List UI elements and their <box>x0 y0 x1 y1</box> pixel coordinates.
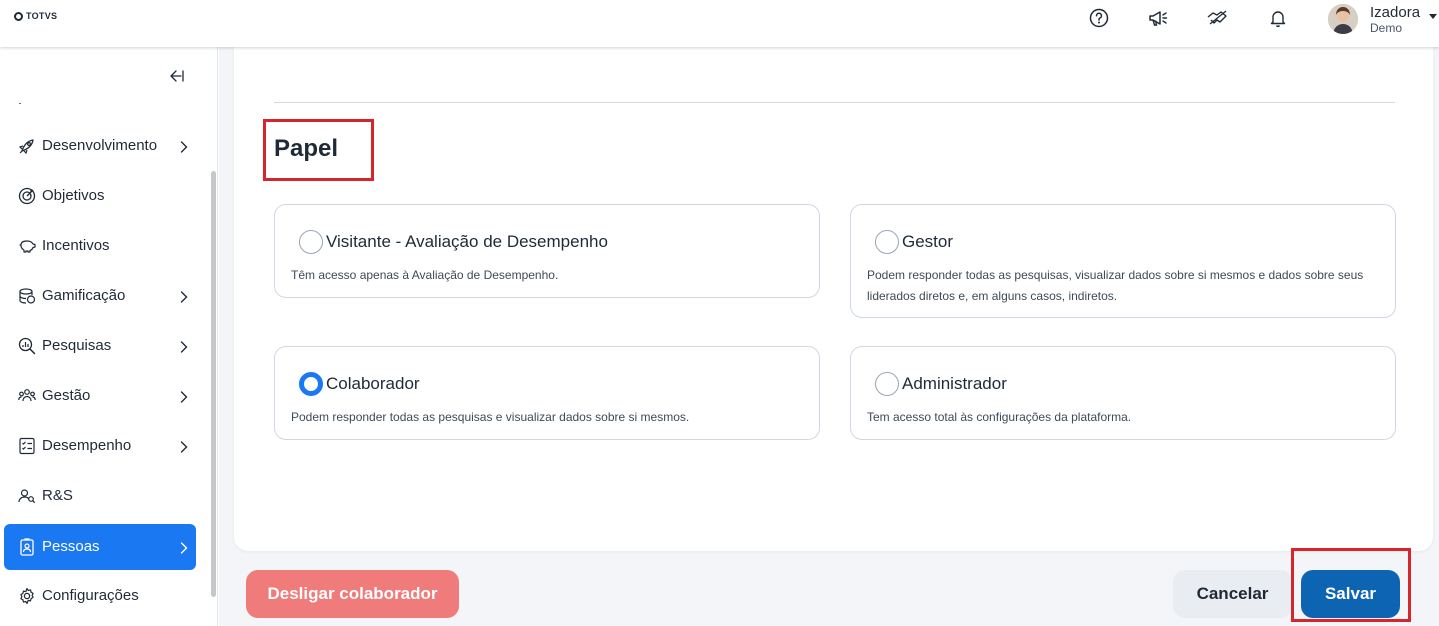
role-description: Podem responder todas as pesquisas e vis… <box>291 410 690 424</box>
sidebar-item-label: Objetivos <box>42 187 105 204</box>
coins-icon <box>18 287 36 305</box>
sidebar: Desenvolvimento Objetivos Incentivos Gam… <box>0 47 218 626</box>
role-description: Têm acesso apenas à Avaliação de Desempe… <box>291 268 559 282</box>
piggy-bank-icon <box>18 237 36 255</box>
sidebar-item-label: Pessoas <box>42 538 100 555</box>
chevron-right-icon <box>180 389 188 403</box>
role-card-container: Papel Visitante - Avaliação de Desempenh… <box>234 47 1433 551</box>
bell-icon[interactable] <box>1266 6 1290 30</box>
radio-button-selected[interactable] <box>299 372 323 396</box>
sidebar-item-incentivos[interactable]: Incentivos <box>4 223 196 269</box>
sidebar-item-label: Pesquisas <box>42 337 112 354</box>
cancel-button[interactable]: Cancelar <box>1173 570 1292 618</box>
chevron-right-icon <box>180 439 188 453</box>
rocket-icon <box>18 137 36 155</box>
people-search-icon <box>18 487 36 505</box>
sidebar-item-configuracoes[interactable]: Configurações <box>4 573 196 619</box>
role-option-visitante[interactable]: Visitante - Avaliação de Desempenho Têm … <box>274 204 820 298</box>
role-name: Colaborador <box>326 374 420 393</box>
gear-icon <box>18 587 36 605</box>
checklist-icon <box>18 437 36 455</box>
sidebar-item-label: Gamificação <box>42 287 126 304</box>
logo-text: TOTVS <box>26 11 58 21</box>
collapse-left-icon[interactable] <box>168 67 186 85</box>
user-name[interactable]: Izadora <box>1370 4 1420 21</box>
radio-button[interactable] <box>875 230 899 254</box>
badge-icon <box>18 538 36 556</box>
sidebar-item-gamificacao[interactable]: Gamificação <box>4 273 196 319</box>
sidebar-item-pessoas[interactable]: Pessoas <box>4 524 196 570</box>
sidebar-scrollbar-thumb[interactable] <box>211 171 216 597</box>
section-divider <box>274 102 1395 103</box>
chevron-right-icon <box>180 540 188 554</box>
role-name: Gestor <box>902 232 954 251</box>
sidebar-item-label: Desenvolvimento <box>42 137 158 154</box>
handshake-icon[interactable] <box>1206 6 1230 30</box>
sidebar-item-objetivos[interactable]: Objetivos <box>4 173 196 219</box>
role-name: Visitante - Avaliação de Desempenho <box>326 232 608 251</box>
role-option-administrador[interactable]: Administrador Tem acesso total às config… <box>850 346 1396 440</box>
role-option-gestor[interactable]: Gestor Podem responder todas as pesquisa… <box>850 204 1396 318</box>
role-description: Podem responder todas as pesquisas, visu… <box>867 268 1364 303</box>
logo-ring-icon <box>14 11 23 21</box>
role-name: Administrador <box>902 374 1007 393</box>
role-description: Tem acesso total às configurações da pla… <box>867 410 1132 424</box>
sidebar-item-desempenho[interactable]: Desempenho <box>4 423 196 469</box>
target-icon <box>18 187 36 205</box>
sidebar-item-label: Desempenho <box>42 437 132 454</box>
sidebar-item-label: R&S <box>42 487 73 504</box>
sidebar-item-gestao[interactable]: Gestão <box>4 373 196 419</box>
sidebar-item-desenvolvimento[interactable]: Desenvolvimento <box>4 123 196 169</box>
sidebar-item-label: Incentivos <box>42 237 110 254</box>
role-option-colaborador[interactable]: Colaborador Podem responder todas as pes… <box>274 346 820 440</box>
radio-button[interactable] <box>299 230 323 254</box>
highlight-box-papel <box>263 119 374 181</box>
search-chart-icon <box>18 337 36 355</box>
totvs-logo[interactable]: TOTVS <box>14 11 57 21</box>
chevron-right-icon <box>180 339 188 353</box>
top-header: TOTVS Izadora Demo <box>0 0 1439 47</box>
user-menu-caret-icon[interactable] <box>1429 14 1437 19</box>
sidebar-item-pesquisas[interactable]: Pesquisas <box>4 323 196 369</box>
help-icon[interactable] <box>1087 6 1111 30</box>
main-content: Papel Visitante - Avaliação de Desempenh… <box>219 47 1439 626</box>
megaphone-icon[interactable] <box>1146 6 1170 30</box>
chevron-right-icon <box>180 289 188 303</box>
radio-button[interactable] <box>875 372 899 396</box>
sidebar-item-partial <box>18 96 108 104</box>
highlight-box-salvar <box>1291 548 1411 622</box>
user-subtitle: Demo <box>1370 21 1403 35</box>
team-icon <box>18 387 36 405</box>
chevron-right-icon <box>180 139 188 153</box>
sidebar-item-label: Configurações <box>42 587 139 604</box>
sidebar-item-rs[interactable]: R&S <box>4 473 196 519</box>
avatar[interactable] <box>1328 4 1358 34</box>
desligar-colaborador-button[interactable]: Desligar colaborador <box>246 570 459 618</box>
sidebar-item-label: Gestão <box>42 387 91 404</box>
